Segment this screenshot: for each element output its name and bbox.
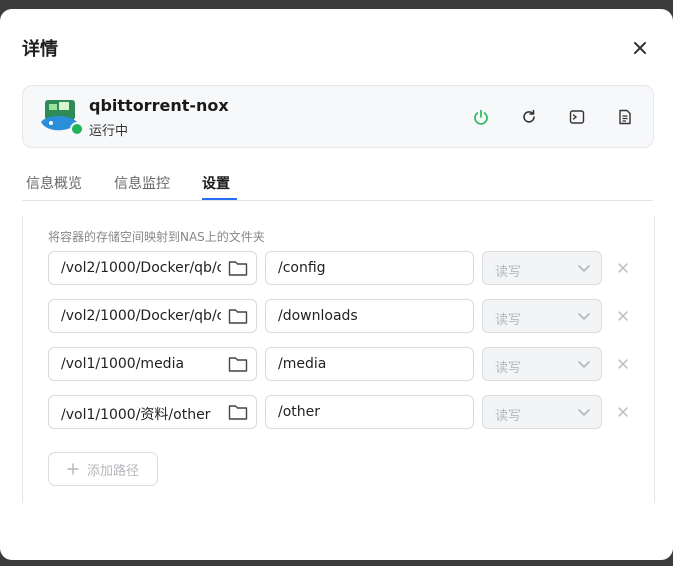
power-button[interactable] (470, 106, 492, 128)
add-path-label: 添加路径 (86, 463, 139, 479)
refresh-icon (523, 109, 535, 123)
chevron-down-icon (578, 409, 590, 417)
permission-select[interactable]: 读写 (482, 251, 602, 285)
storage-mapping-hint: 将容器的存储空间映射到NAS上的文件夹 (48, 230, 265, 244)
tab-monitor[interactable]: 信息监控 (114, 173, 170, 193)
remove-mapping-button[interactable] (616, 357, 630, 371)
container-path-input[interactable]: /media (265, 347, 474, 381)
remove-mapping-button[interactable] (616, 405, 630, 419)
container-path-value: /media (278, 356, 327, 372)
container-path-value: /config (278, 260, 326, 276)
terminal-button[interactable] (566, 106, 588, 128)
document-icon (619, 109, 631, 125)
permission-value: 读写 (495, 265, 522, 280)
host-path-value: /vol1/1000/资料/other (61, 407, 211, 423)
chevron-down-icon (578, 361, 590, 369)
storage-mapping-section: 将容器的存储空间映射到NAS上的文件夹 /vol2/1000/Docker/qb… (22, 216, 655, 503)
host-path-value: /vol2/1000/Docker/qb/c (61, 308, 221, 324)
details-dialog: 详情 qbittorrent-nox 运行中 信息概览 信息监控 设置 将容器的… (0, 9, 673, 560)
tab-bar: 信息概览 信息监控 设置 (22, 171, 653, 201)
container-path-input[interactable]: /downloads (265, 299, 474, 333)
mapping-row: /vol1/1000/资料/other /other 读写 (48, 395, 638, 431)
terminal-icon (569, 110, 585, 124)
tab-settings[interactable]: 设置 (202, 173, 230, 193)
add-path-button[interactable]: 添加路径 (48, 452, 158, 486)
container-path-value: /other (278, 404, 321, 420)
plus-icon (67, 463, 79, 475)
restart-button[interactable] (518, 106, 540, 128)
host-path-input[interactable]: /vol2/1000/Docker/qb/c (48, 299, 257, 333)
permission-select[interactable]: 读写 (482, 299, 602, 333)
host-path-input[interactable]: /vol1/1000/资料/other (48, 395, 257, 429)
active-tab-indicator (202, 198, 237, 200)
power-icon (474, 109, 488, 125)
close-icon (634, 42, 646, 54)
host-path-input[interactable]: /vol1/1000/media (48, 347, 257, 381)
host-path-value: /vol1/1000/media (61, 356, 185, 372)
close-button[interactable] (630, 38, 650, 58)
folder-icon[interactable] (228, 355, 248, 373)
running-status-dot (70, 122, 84, 136)
folder-icon[interactable] (228, 403, 248, 421)
app-name: qbittorrent-nox (89, 96, 229, 115)
container-path-input[interactable]: /config (265, 251, 474, 285)
app-status: 运行中 (89, 124, 129, 139)
permission-value: 读写 (495, 313, 522, 328)
container-path-input[interactable]: /other (265, 395, 474, 429)
logs-button[interactable] (614, 106, 636, 128)
remove-mapping-button[interactable] (616, 261, 630, 275)
container-path-value: /downloads (278, 308, 358, 324)
mapping-row: /vol1/1000/media /media 读写 (48, 347, 638, 383)
host-path-value: /vol2/1000/Docker/qb/c (61, 260, 221, 276)
permission-value: 读写 (495, 361, 522, 376)
permission-select[interactable]: 读写 (482, 395, 602, 429)
host-path-input[interactable]: /vol2/1000/Docker/qb/c (48, 251, 257, 285)
app-card: qbittorrent-nox 运行中 (22, 85, 654, 148)
chevron-down-icon (578, 313, 590, 321)
folder-icon[interactable] (228, 307, 248, 325)
permission-value: 读写 (495, 409, 522, 424)
folder-icon[interactable] (228, 259, 248, 277)
dialog-title: 详情 (22, 39, 58, 60)
mapping-row: /vol2/1000/Docker/qb/c /downloads 读写 (48, 299, 638, 335)
remove-mapping-button[interactable] (616, 309, 630, 323)
permission-select[interactable]: 读写 (482, 347, 602, 381)
mapping-row: /vol2/1000/Docker/qb/c /config 读写 (48, 251, 638, 287)
tab-overview[interactable]: 信息概览 (26, 173, 82, 193)
chevron-down-icon (578, 265, 590, 273)
